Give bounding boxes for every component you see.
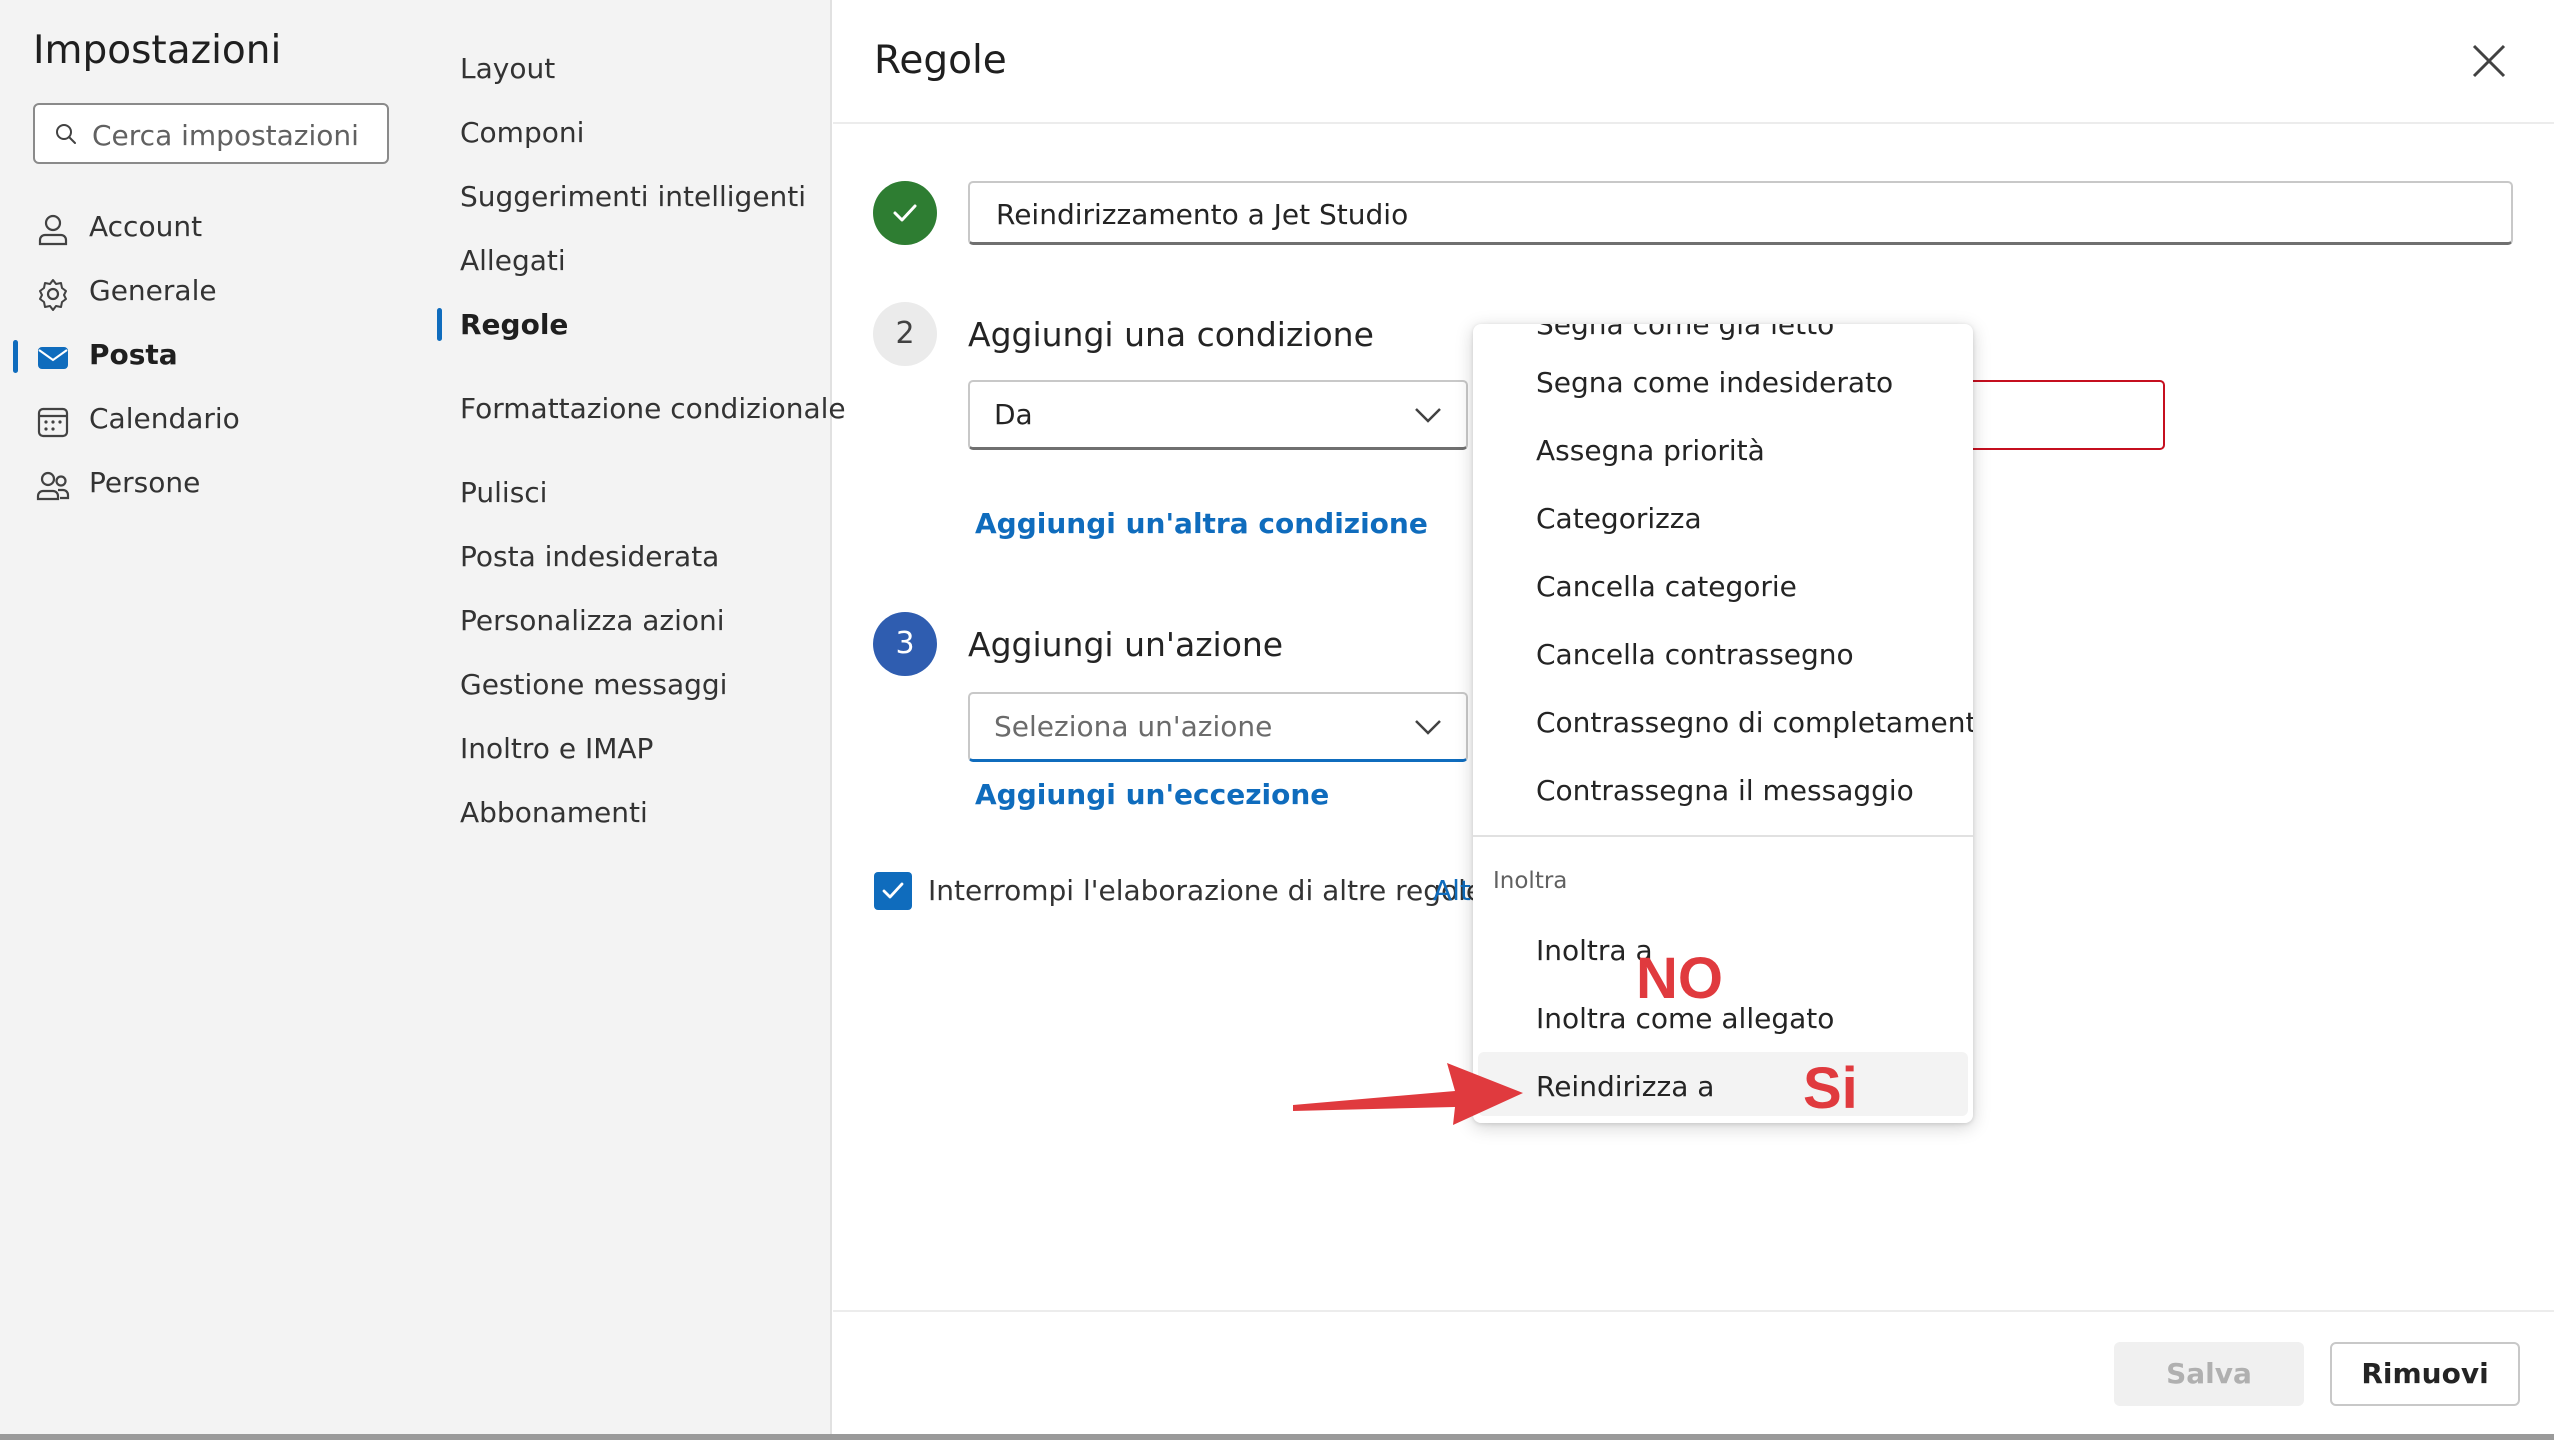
menu-item-label: Reindirizza a	[1536, 1070, 1715, 1103]
sidebar-item-label: Account	[89, 210, 203, 243]
divider	[833, 122, 2554, 124]
subnav-item-componi[interactable]: Componi	[460, 111, 584, 155]
sidebar-item-label: Posta	[89, 338, 178, 371]
stop-processing-checkbox[interactable]	[874, 872, 912, 910]
menu-item-label: Contrassegno di completamento	[1536, 706, 1973, 739]
subnav-item-allegati[interactable]: Allegati	[460, 239, 566, 283]
menu-item-label: Cancella contrassegno	[1536, 638, 1854, 671]
people-icon	[36, 471, 70, 501]
save-button[interactable]: Salva	[2114, 1342, 2304, 1406]
mail-icon	[38, 347, 68, 369]
window-bottom-edge	[0, 1434, 2554, 1440]
rule-name-input[interactable]	[994, 193, 2478, 235]
action-dropdown[interactable]: Seleziona un'azione	[968, 692, 1468, 762]
stop-processing-label: Interrompi l'elaborazione di altre regol…	[928, 874, 1484, 907]
menu-item-reindirizza-a[interactable]: Reindirizza a	[1478, 1052, 1968, 1116]
step3-badge: 3	[873, 612, 937, 676]
search-input[interactable]	[90, 114, 384, 156]
remove-button[interactable]: Rimuovi	[2330, 1342, 2520, 1406]
sidebar-item-label: Calendario	[89, 402, 240, 435]
add-condition-link[interactable]: Aggiungi un'altra condizione	[975, 507, 1428, 540]
subnav-item-layout[interactable]: Layout	[460, 47, 555, 91]
active-indicator	[437, 308, 442, 341]
menu-item-label: Segna come già letto	[1536, 324, 1835, 341]
menu-item[interactable]: Cancella categorie	[1473, 558, 1973, 622]
menu-item[interactable]: Categorizza	[1473, 490, 1973, 554]
divider	[833, 1310, 2554, 1312]
page-title: Regole	[874, 38, 1007, 83]
sidebar-item-calendario[interactable]: Calendario	[0, 392, 432, 448]
menu-item-label: Segna come indesiderato	[1536, 366, 1894, 399]
gear-icon	[39, 279, 67, 311]
close-icon[interactable]	[2464, 36, 2514, 86]
subnav-item-suggerimenti[interactable]: Suggerimenti intelligenti	[460, 175, 806, 219]
menu-item[interactable]: Assegna priorità	[1473, 422, 1973, 486]
sidebar-item-label: Persone	[89, 466, 201, 499]
sidebar-item-account[interactable]: Account	[0, 200, 432, 256]
subnav-item-formattazione[interactable]: Formattazione condizionale	[460, 387, 846, 431]
sidebar-item-persone[interactable]: Persone	[0, 456, 432, 512]
sidebar-item-label: Generale	[89, 274, 217, 307]
condition-dropdown[interactable]: Da	[968, 380, 1468, 450]
search-icon	[56, 124, 76, 144]
action-menu: Segna come già letto Segna come indeside…	[1473, 324, 1973, 1123]
annotation-si: Si	[1803, 1056, 1858, 1121]
menu-item-inoltra-allegato[interactable]: Inoltra come allegato	[1473, 990, 1973, 1054]
step2-badge: 2	[873, 302, 937, 366]
menu-item-label: Contrassegna il messaggio	[1536, 774, 1914, 807]
subnav-item-abbonamenti[interactable]: Abbonamenti	[460, 791, 648, 835]
menu-item-label: Cancella categorie	[1536, 570, 1797, 603]
menu-item[interactable]: Contrassegno di completamento	[1473, 694, 1973, 758]
subnav-item-personalizza-azioni[interactable]: Personalizza azioni	[460, 599, 725, 643]
rule-name-field[interactable]	[968, 181, 2513, 245]
step2-label: Aggiungi una condizione	[968, 315, 1374, 354]
subnav-item-pulisci[interactable]: Pulisci	[460, 471, 547, 515]
menu-divider	[1473, 835, 1973, 837]
subnav-item-gestione-messaggi[interactable]: Gestione messaggi	[460, 663, 727, 707]
condition-dropdown-value: Da	[994, 398, 1033, 431]
menu-item-label: Assegna priorità	[1536, 434, 1765, 467]
sidebar-item-posta[interactable]: Posta	[0, 328, 432, 384]
subnav-item-posta-indesiderata[interactable]: Posta indesiderata	[460, 535, 719, 579]
chevron-down-icon	[1415, 408, 1441, 423]
add-exception-link[interactable]: Aggiungi un'eccezione	[975, 778, 1329, 811]
menu-section-header: Inoltra	[1493, 868, 1568, 894]
calendar-icon	[37, 407, 69, 438]
annotation-arrow-icon	[1293, 1063, 1523, 1125]
sidebar-item-generale[interactable]: Generale	[0, 264, 432, 320]
subnav-item-inoltro-imap[interactable]: Inoltro e IMAP	[460, 727, 653, 771]
settings-title: Impostazioni	[33, 28, 282, 73]
condition-value-field[interactable]	[1960, 380, 2165, 450]
checkmark-icon	[893, 204, 917, 222]
step1-complete-badge	[873, 181, 937, 245]
chevron-down-icon	[1415, 720, 1441, 735]
subnav-item-regole[interactable]: Regole	[460, 303, 568, 347]
menu-item[interactable]: Cancella contrassegno	[1473, 626, 1973, 690]
menu-item-inoltra-a[interactable]: Inoltra a	[1473, 922, 1973, 986]
step3-label: Aggiungi un'azione	[968, 625, 1284, 664]
menu-item-label: Categorizza	[1536, 502, 1702, 535]
annotation-no: NO	[1636, 946, 1723, 1011]
search-box[interactable]	[33, 103, 389, 164]
person-icon	[38, 214, 68, 246]
menu-item[interactable]: Segna come indesiderato	[1473, 354, 1973, 418]
action-dropdown-placeholder: Seleziona un'azione	[994, 710, 1273, 743]
menu-item[interactable]: Contrassegna il messaggio	[1473, 762, 1973, 826]
checkmark-icon	[882, 882, 904, 899]
